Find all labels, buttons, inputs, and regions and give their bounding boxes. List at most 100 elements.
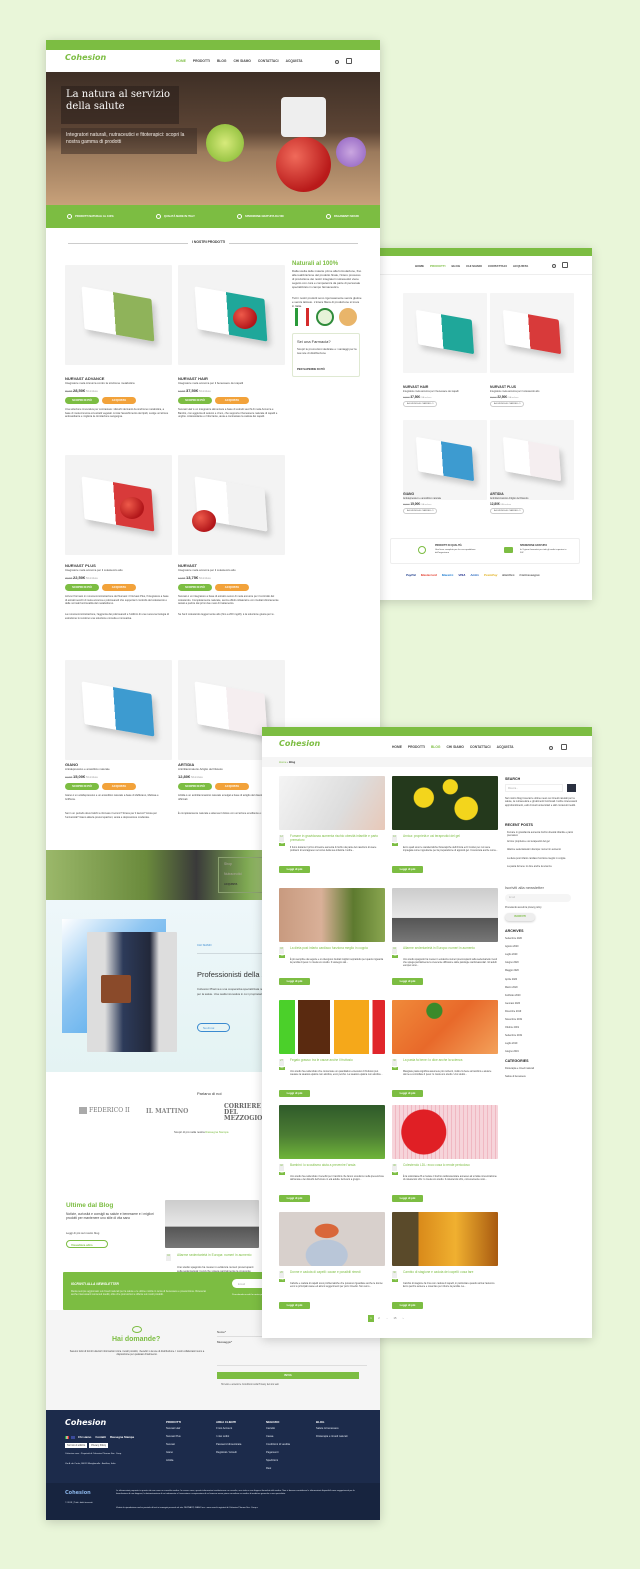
product-image[interactable] bbox=[65, 455, 172, 555]
post-title[interactable]: La pasta fa bene: lo dice anche la scien… bbox=[403, 1058, 498, 1062]
post-image[interactable] bbox=[279, 1212, 385, 1266]
post-image[interactable] bbox=[279, 1000, 385, 1054]
footer-link[interactable]: Spedizioni bbox=[266, 1459, 312, 1462]
footer-link[interactable]: Giano bbox=[166, 1451, 212, 1454]
post-image[interactable] bbox=[279, 1105, 385, 1159]
archive-link[interactable]: Ottobre 2019 bbox=[505, 1026, 519, 1029]
product-image[interactable] bbox=[178, 265, 285, 365]
add-to-cart-button[interactable]: AGGIUNGI AL CARRELLO bbox=[403, 401, 438, 407]
about-button[interactable]: Su di noi bbox=[197, 1023, 230, 1032]
read-more-button[interactable]: Leggi di più bbox=[279, 866, 310, 873]
footer-link[interactable]: Nurvast Plus bbox=[166, 1435, 212, 1438]
footer-legal-button[interactable]: Privacy Policy bbox=[89, 1443, 109, 1448]
page-link[interactable]: 1 bbox=[368, 1315, 374, 1322]
footer-link[interactable]: Registrati / Accedi bbox=[216, 1451, 262, 1454]
footer-legal-button[interactable]: Termini di utilizzo bbox=[65, 1443, 88, 1448]
nav-home[interactable]: HOME bbox=[415, 264, 424, 268]
footer-link[interactable]: Artidia bbox=[166, 1459, 212, 1462]
buy-button[interactable]: ACQUISTA bbox=[215, 584, 249, 591]
cart-icon[interactable] bbox=[346, 58, 352, 64]
contact-consent[interactable]: Ho letto e accetto le Condizioni sulla P… bbox=[221, 1384, 279, 1386]
nav-home[interactable]: HOME bbox=[176, 59, 186, 65]
product-image[interactable] bbox=[65, 265, 172, 365]
footer-link[interactable]: Il mio Account bbox=[216, 1427, 262, 1430]
search-input[interactable]: Ricerca... bbox=[505, 784, 563, 792]
post-image[interactable] bbox=[279, 888, 385, 942]
archive-link[interactable]: Novembre 2019 bbox=[505, 1018, 522, 1021]
footer-link[interactable]: Condizioni di vendita bbox=[266, 1443, 312, 1446]
post-title[interactable]: Fegato grasso: tra le cause anche il fru… bbox=[290, 1058, 385, 1062]
post-image[interactable] bbox=[392, 1212, 498, 1266]
post-title[interactable]: Allarme sedentarietà in Europa: numeri i… bbox=[403, 946, 498, 950]
read-more-button[interactable]: Leggi di più bbox=[392, 978, 423, 985]
nav-acquista[interactable]: ACQUISTA bbox=[286, 59, 303, 65]
recent-post-link[interactable]: Arnica: proprietà e usi terapeutici del … bbox=[507, 840, 577, 843]
archive-link[interactable]: Giugno 2019 bbox=[505, 1050, 519, 1053]
footer-link[interactable]: Nurvast bbox=[166, 1443, 212, 1446]
post-title[interactable]: Fumare in gravidanza aumenta rischio obe… bbox=[290, 834, 385, 842]
read-more-button[interactable]: Leggi di più bbox=[392, 1302, 423, 1309]
post-title[interactable]: Allarme sedentarietà in Europa: numeri i… bbox=[177, 1253, 259, 1257]
cart-icon[interactable] bbox=[561, 744, 567, 750]
search-icon[interactable] bbox=[549, 746, 553, 750]
read-more-button[interactable]: Leggi di più bbox=[392, 866, 423, 873]
message-textarea[interactable] bbox=[217, 1346, 367, 1366]
nav-acquista[interactable]: ACQUISTA bbox=[497, 745, 514, 751]
footer-link[interactable]: Fitoterapia e rimedi naturali bbox=[316, 1435, 362, 1438]
post-title[interactable]: Arnica: proprietà e usi terapeutici del … bbox=[403, 834, 498, 838]
breadcrumb-home[interactable]: Home bbox=[279, 760, 286, 764]
page-link[interactable]: 2 bbox=[376, 1315, 382, 1322]
read-more-button[interactable]: Leggi di più bbox=[392, 1195, 423, 1202]
buy-button[interactable]: ACQUISTA bbox=[102, 783, 136, 790]
recent-post-link[interactable]: La pasta fa bene: lo dice anche la scien… bbox=[507, 865, 577, 868]
post-title[interactable]: Donne e caduta di capelli: cause e possi… bbox=[290, 1270, 385, 1274]
recent-post-link[interactable]: Allarme sedentarietà in Europa: numeri i… bbox=[507, 848, 577, 851]
press-logo-federico[interactable]: FEDERICO II bbox=[79, 1107, 130, 1114]
submit-button[interactable]: INVIA bbox=[217, 1372, 359, 1379]
blog-post-image[interactable] bbox=[165, 1200, 259, 1248]
footer-link[interactable]: Rassegna Stampa bbox=[110, 1435, 134, 1439]
search-icon[interactable] bbox=[552, 264, 556, 268]
archive-link[interactable]: Aprile 2020 bbox=[505, 978, 517, 981]
archive-link[interactable]: Febbraio 2020 bbox=[505, 994, 520, 997]
recent-post-link[interactable]: La dieta post infarto cardiaco funziona … bbox=[507, 857, 577, 860]
nav-home[interactable]: HOME bbox=[392, 745, 402, 751]
footer-link[interactable]: Chi siamo bbox=[78, 1435, 91, 1439]
logo[interactable]: Cohesion bbox=[65, 53, 106, 62]
logo[interactable]: Cohesion bbox=[279, 739, 320, 748]
newsletter-email-input[interactable]: Email bbox=[505, 894, 571, 902]
view-more-button[interactable]: Visualizza altro bbox=[66, 1240, 108, 1248]
nav-chi-siamo[interactable]: CHI SIAMO bbox=[466, 264, 482, 268]
archive-link[interactable]: Luglio 2019 bbox=[505, 1042, 517, 1045]
product-image[interactable] bbox=[178, 455, 285, 555]
banner-cta[interactable]: ACQUISTA bbox=[224, 883, 237, 886]
add-to-cart-button[interactable]: AGGIUNGI AL CARRELLO bbox=[403, 508, 438, 514]
footer-link[interactable]: Pagamenti bbox=[266, 1451, 312, 1454]
read-more-button[interactable]: Leggi di più bbox=[279, 1090, 310, 1097]
product-name[interactable]: ARTIDIA bbox=[490, 492, 504, 496]
nav-contattaci[interactable]: CONTATTACI bbox=[488, 264, 507, 268]
footer-link[interactable]: Cassa bbox=[266, 1435, 312, 1438]
buy-button[interactable]: ACQUISTA bbox=[102, 584, 136, 591]
discover-button[interactable]: SCOPRI DI PIÙ bbox=[178, 397, 212, 404]
add-to-cart-button[interactable]: AGGIUNGI AL CARRELLO bbox=[490, 508, 525, 514]
footer-link[interactable]: I miei ordini bbox=[216, 1435, 262, 1438]
press-link[interactable]: Rassegna Stampa bbox=[205, 1130, 228, 1134]
nav-blog[interactable]: BLOG bbox=[452, 264, 461, 268]
archive-link[interactable]: Settembre 2019 bbox=[505, 1034, 522, 1037]
post-title[interactable]: Cambio di stagione e caduta dei capelli:… bbox=[403, 1270, 498, 1274]
footer-link[interactable]: Salute & benessere bbox=[316, 1427, 362, 1430]
archive-link[interactable]: Settembre 2020 bbox=[505, 937, 522, 940]
post-image[interactable] bbox=[392, 1105, 498, 1159]
nav-prodotti[interactable]: PRODOTTI bbox=[430, 264, 446, 268]
footer-link[interactable]: Password dimenticata bbox=[216, 1443, 262, 1446]
recent-post-link[interactable]: Fumare in gravidanza aumenta rischio obe… bbox=[507, 831, 577, 837]
nav-contattaci[interactable]: CONTATTACI bbox=[258, 59, 279, 65]
post-title[interactable]: La dieta post infarto cardiaco funziona … bbox=[290, 946, 385, 950]
archive-link[interactable]: Agosto 2020 bbox=[505, 945, 518, 948]
page-link[interactable]: › bbox=[400, 1315, 406, 1322]
search-button[interactable] bbox=[567, 784, 576, 792]
nav-blog[interactable]: BLOG bbox=[431, 745, 441, 751]
discover-button[interactable]: SCOPRI DI PIÙ bbox=[65, 783, 99, 790]
archive-link[interactable]: Luglio 2020 bbox=[505, 953, 517, 956]
